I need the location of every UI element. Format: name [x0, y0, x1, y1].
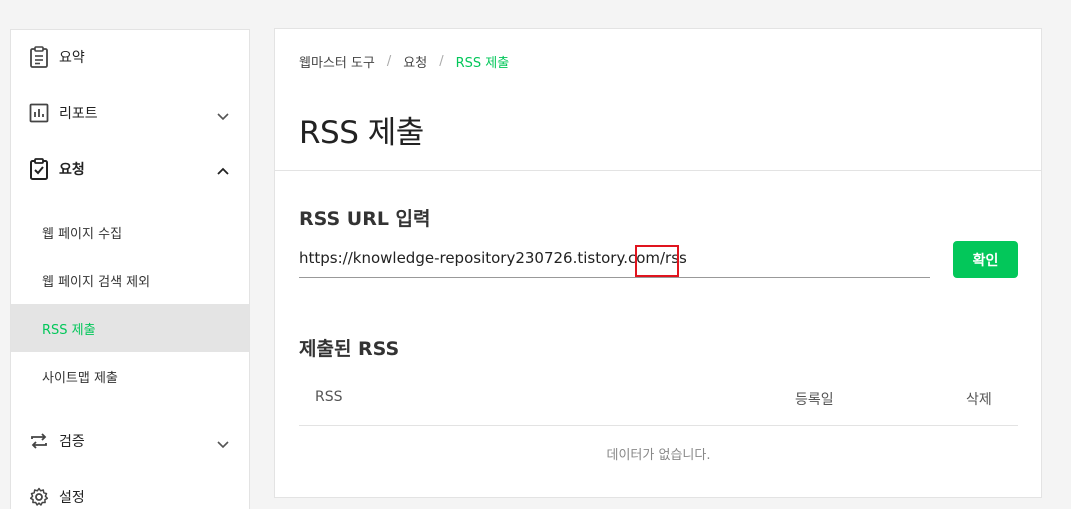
bar-chart-icon [27, 101, 51, 125]
sidebar-subitem-rss-submit[interactable]: RSS 제출 [11, 304, 249, 352]
submitted-rss-section-title: 제출된 RSS [299, 338, 400, 360]
sidebar-item-label: 요청 [59, 162, 85, 178]
column-header-delete: 삭제 [966, 392, 992, 408]
sidebar-subitem-web-page-collect[interactable]: 웹 페이지 수집 [11, 208, 249, 256]
breadcrumb-item-current: RSS 제출 [455, 56, 510, 71]
main-panel: 웹마스터 도구 / 요청 / RSS 제출 RSS 제출 RSS URL 입력 … [274, 28, 1042, 498]
header-divider [275, 170, 1041, 171]
sidebar-item-label: 리포트 [59, 106, 98, 122]
column-header-registered-date: 등록일 [795, 392, 834, 408]
breadcrumb-item-webmaster-tools[interactable]: 웹마스터 도구 [299, 52, 375, 71]
sidebar-item-settings[interactable]: 설정 [11, 475, 249, 509]
rss-url-input[interactable] [299, 242, 930, 278]
sidebar-item-report[interactable]: 리포트 [11, 91, 249, 135]
page-title: RSS 제출 [299, 115, 424, 151]
breadcrumb-item-request[interactable]: 요청 [403, 52, 427, 71]
confirm-button[interactable]: 확인 [953, 241, 1018, 278]
sidebar-item-verify[interactable]: 검증 [11, 419, 249, 463]
breadcrumb-separator: / [386, 54, 392, 69]
empty-table-message: 데이터가 없습니다. [606, 448, 711, 463]
sidebar-item-summary[interactable]: 요약 [11, 35, 249, 79]
repeat-icon [27, 429, 51, 453]
sidebar-subitem-sitemap-submit[interactable]: 사이트맵 제출 [11, 352, 249, 400]
breadcrumb-separator: / [439, 54, 444, 69]
gear-icon [27, 485, 51, 509]
chevron-up-icon [217, 163, 229, 175]
chevron-down-icon [217, 107, 229, 121]
sidebar-item-label: 요약 [59, 50, 85, 66]
submitted-rss-table: RSS 등록일 삭제 데이터가 없습니다. [299, 378, 1018, 463]
sidebar-item-label: 검증 [59, 434, 85, 450]
chevron-down-icon [217, 435, 229, 449]
table-header: RSS 등록일 삭제 [299, 378, 1018, 426]
breadcrumb: 웹마스터 도구 / 요청 / RSS 제출 [299, 52, 509, 71]
sidebar-item-request[interactable]: 요청 [11, 147, 249, 191]
column-header-rss: RSS [315, 389, 343, 405]
sidebar: 요약 리포트 요청 웹 페이지 수집 웹 페이지 검색 제외 RSS 제출 사이… [10, 29, 250, 509]
sidebar-subitem-web-page-exclude[interactable]: 웹 페이지 검색 제외 [11, 256, 249, 304]
rss-url-section-title: RSS URL 입력 [299, 208, 431, 230]
clipboard-check-icon [27, 157, 51, 181]
clipboard-list-icon [27, 45, 51, 69]
sidebar-item-label: 설정 [59, 490, 85, 506]
